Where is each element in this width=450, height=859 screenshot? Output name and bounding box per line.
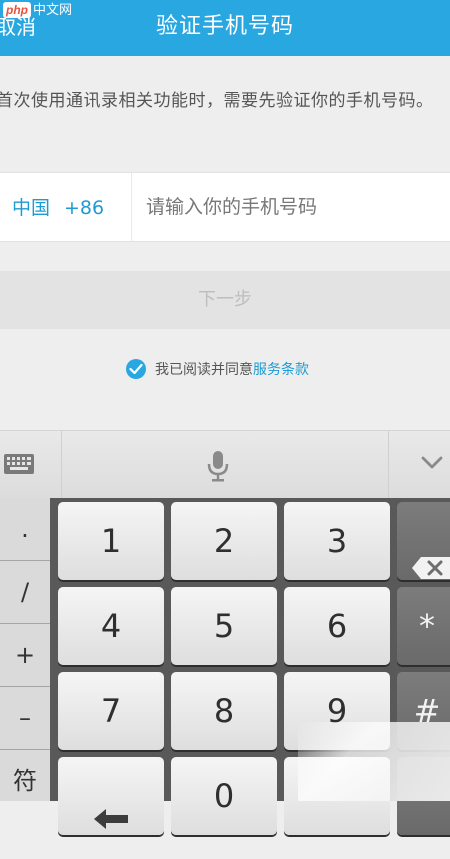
- keyboard-icon[interactable]: [3, 453, 35, 479]
- key-6[interactable]: 6: [284, 587, 390, 665]
- keyboard-toolbar: [0, 430, 450, 499]
- phone-number-input[interactable]: [146, 191, 436, 223]
- terms-agreement: 我已阅读并同意 服务条款: [126, 357, 309, 381]
- country-code[interactable]: +86: [64, 195, 104, 221]
- agree-text: 我已阅读并同意: [155, 362, 253, 378]
- phone-number-row: 中国 +86: [0, 172, 450, 242]
- checkmark-icon: [129, 363, 143, 375]
- key-7[interactable]: 7: [58, 672, 164, 750]
- next-step-button[interactable]: 下一步: [0, 271, 450, 329]
- title-bar: php 中文网 取消 验证手机号码: [0, 0, 450, 56]
- key-5[interactable]: 5: [171, 587, 277, 665]
- key-3[interactable]: 3: [284, 502, 390, 580]
- divider: [131, 173, 132, 241]
- enter-icon: [92, 781, 132, 859]
- key-4[interactable]: 4: [58, 587, 164, 665]
- key-slash[interactable]: /: [0, 561, 50, 624]
- numeric-keyboard: . / + – 符 1 2 3 4 5 6 * 7 8 9 # 0: [0, 498, 450, 835]
- microphone-icon[interactable]: [206, 449, 230, 487]
- blurred-overlay: [298, 722, 450, 801]
- page-title: 验证手机号码: [155, 14, 294, 39]
- key-asterisk[interactable]: *: [397, 587, 450, 665]
- agree-checkbox[interactable]: [126, 359, 146, 379]
- verification-notice: 首次使用通讯录相关功能时，需要先验证你的手机号码。: [0, 91, 434, 111]
- key-symbols[interactable]: 符: [0, 750, 50, 812]
- country-selector[interactable]: 中国: [12, 195, 50, 221]
- key-2[interactable]: 2: [171, 502, 277, 580]
- chevron-down-icon[interactable]: [420, 455, 444, 475]
- backspace-key[interactable]: [397, 502, 450, 580]
- key-0[interactable]: 0: [171, 757, 277, 835]
- key-8[interactable]: 8: [171, 672, 277, 750]
- toolbar-separator: [388, 431, 389, 499]
- toolbar-separator: [61, 431, 62, 499]
- enter-key[interactable]: [58, 757, 164, 835]
- key-plus[interactable]: +: [0, 624, 50, 687]
- key-minus[interactable]: –: [0, 687, 50, 750]
- key-1[interactable]: 1: [58, 502, 164, 580]
- terms-of-service-link[interactable]: 服务条款: [253, 359, 309, 379]
- symbol-column: . / + – 符: [0, 498, 50, 801]
- key-dot[interactable]: .: [0, 498, 50, 561]
